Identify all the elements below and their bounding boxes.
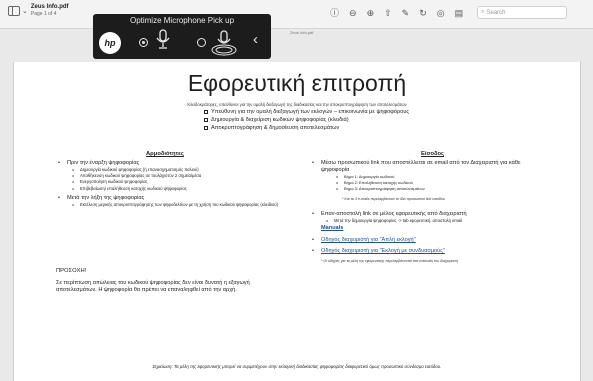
search-field[interactable]: ⌕ Search	[477, 6, 568, 19]
list-item: Οδηγός διαχειριστή για "Απλή εκλογή"	[312, 237, 572, 244]
checkbox-icon	[204, 126, 208, 130]
right-column: Μέσω προσωπικού link που αποστέλλεται σε…	[312, 160, 572, 264]
checklist-item: Δημιουργία & διαχείριση κωδικών ψηφοφορί…	[204, 116, 409, 124]
left-heading: Αρμοδιότητες	[146, 151, 184, 157]
list-item: Μετά την δημιουργία ψηφοφορίας -> tab εφ…	[312, 218, 572, 224]
checklist-item: Αποκρυπτογράφηση & δημοσίευση αποτελεσμά…	[204, 124, 409, 132]
form-icon[interactable]: ▤	[455, 7, 464, 19]
search-icon: ⌕	[481, 9, 485, 15]
page-title: Εφορευτική επιτροπή	[187, 70, 407, 96]
mic-pickup-overlay: Optimize Microphone Pick up hp ‹	[93, 14, 271, 59]
page-footer-note: Σημείωση: Τα μέλη της εφορευτικής μπορεί…	[152, 364, 442, 369]
guide-link-combinations[interactable]: Οδηγός διαχειριστή για "Εκλογή με συνδυα…	[321, 248, 445, 254]
hp-logo: hp	[99, 32, 121, 54]
warning-text: Σε περίπτωση απώλειας του κωδικού ψηφοφο…	[56, 280, 250, 293]
list-item: Μετά την λήξη της ψηφοφορίας	[58, 195, 328, 202]
checklist: Υπεύθυνη για την ομαλή διεξαγωγή των εκλ…	[204, 108, 409, 132]
manuals-note: * Οι οδηγίες για τα μέλη της εφορευτικής…	[321, 259, 458, 264]
warning-heading: ΠΡΟΣΟΧΗ!	[56, 268, 87, 274]
checklist-item: Υπεύθυνη για την ομαλή διεξαγωγή των εκλ…	[204, 108, 409, 116]
toolbar-right: ⓘ ⊖ ⊕ ⇧ ✎ ↻ ◎ ▤ ⌕ Search	[330, 6, 568, 19]
zoom-out-icon[interactable]: ⊖	[349, 7, 357, 19]
list-item: Επιβεβαίωση/ επαλήθευση κατοχής κωδικού …	[58, 186, 328, 192]
right-heading: Είσοδος	[421, 151, 445, 157]
zoom-in-icon[interactable]: ⊕	[367, 7, 375, 19]
conference-mic-radio[interactable]	[197, 38, 206, 47]
checkbox-icon	[204, 110, 208, 114]
toolbar-doc-title: Zeus Info.pdf	[290, 30, 314, 35]
overlay-title: Optimize Microphone Pick up	[129, 16, 235, 25]
doc-info: Zeus Info.pdf Page 1 of 4	[31, 4, 69, 17]
document-name: Zeus Info.pdf	[30, 4, 69, 10]
back-chevron-icon[interactable]: ‹	[253, 31, 258, 48]
list-item: Βήμα 3: Αποκρυπτογράφηση αποτελεσμάτων	[312, 186, 572, 192]
step-note: * Και τα 3 e-mails περιλαμβάνουν το ίδιο…	[342, 197, 445, 201]
personal-mic-icon[interactable]	[155, 28, 171, 54]
share-icon[interactable]: ⇧	[384, 7, 392, 19]
markup-pen-icon[interactable]: ✎	[402, 7, 410, 19]
rotate-icon[interactable]: ↻	[419, 7, 427, 19]
list-item: Μέσω προσωπικού link που αποστέλλεται σε…	[312, 160, 541, 174]
guide-link-simple[interactable]: Οδηγός διαχειριστή για "Απλή εκλογή"	[321, 237, 416, 243]
annotate-icon[interactable]: ◎	[437, 7, 445, 19]
list-item: Εκτέλεση μερικής αποκρυπτογράφησης των ψ…	[58, 202, 290, 208]
search-placeholder: Search	[486, 9, 506, 16]
manuals-link[interactable]: Manuals	[312, 224, 572, 233]
sidebar-toggle-icon[interactable]	[8, 6, 20, 16]
list-item: Οδηγός διαχειριστή για "Εκλογή με συνδυα…	[312, 248, 572, 255]
toolbar-left: ⌄ Zeus Info.pdf Page 1 of 4	[8, 4, 69, 17]
document-page-count: Page 1 of 4	[30, 11, 57, 17]
left-column: Πριν την έναρξη ψηφοφορίας Δημιουργία κω…	[58, 160, 328, 208]
personal-mic-radio[interactable]	[139, 38, 148, 47]
chevron-down-icon[interactable]: ⌄	[22, 7, 28, 15]
list-item: Επαν-αποστολή link σε μέλος εφορευτικής …	[312, 211, 572, 218]
info-icon[interactable]: ⓘ	[330, 7, 339, 19]
list-item: Πριν την έναρξη ψηφοφορίας	[58, 160, 328, 167]
checkbox-icon	[204, 118, 208, 122]
pdf-page: Εφορευτική επιτροπή Κλειδοκράτορες, υπεύ…	[13, 62, 581, 381]
page-subtitle: Κλειδοκράτορες, υπεύθυνοι για την ομαλή …	[187, 102, 407, 107]
app-toolbar: ⌄ Zeus Info.pdf Page 1 of 4 ⓘ ⊖ ⊕ ⇧ ✎ ↻ …	[0, 0, 593, 29]
conference-mic-icon[interactable]	[211, 28, 237, 56]
